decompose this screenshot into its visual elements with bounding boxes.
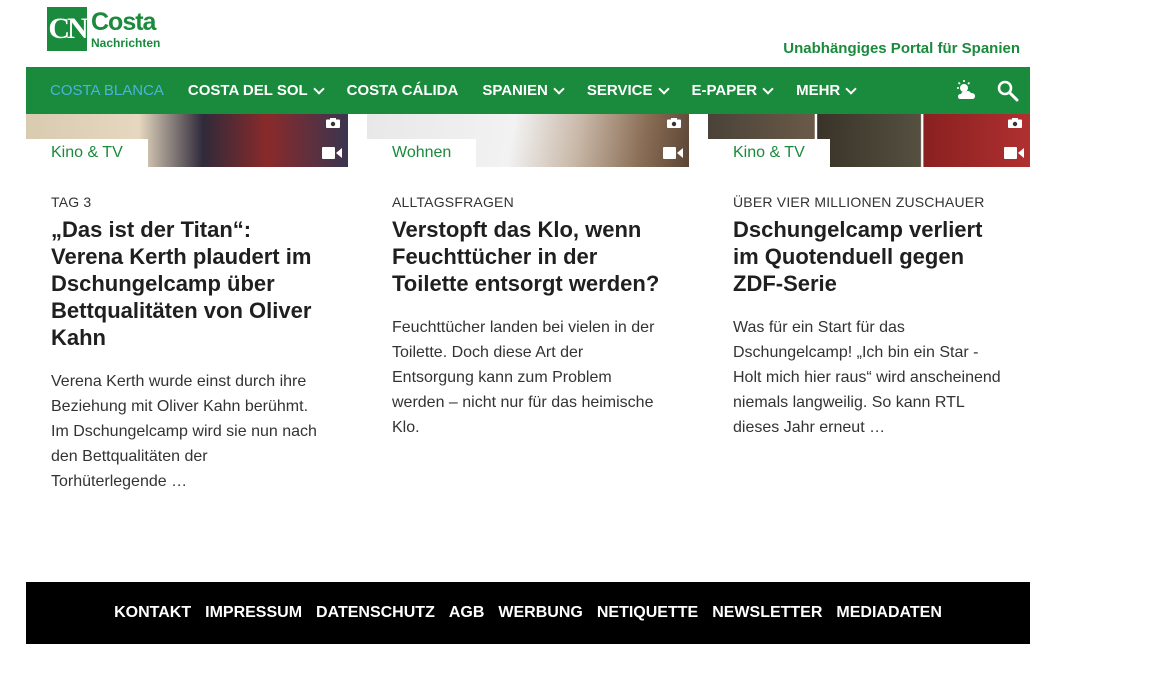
article-image[interactable]: Kino & TV bbox=[26, 114, 348, 167]
logo-text: Costa Nachrichten bbox=[91, 7, 161, 50]
nav-item-label: SERVICE bbox=[586, 82, 653, 99]
category-tag[interactable]: Wohnen bbox=[367, 139, 477, 167]
nav-item-label: COSTA DEL SOL bbox=[187, 82, 308, 99]
logo-mark: CN bbox=[47, 7, 89, 51]
article-headline[interactable]: „Das ist der Titan“: Verena Kerth plaude… bbox=[51, 216, 323, 351]
nav-item-label: E-PAPER bbox=[691, 82, 758, 99]
category-tag[interactable]: Kino & TV bbox=[708, 139, 830, 167]
article-headline[interactable]: Verstopft das Klo, wenn Feuchttücher in … bbox=[392, 216, 664, 297]
photo-camera-icon bbox=[1008, 118, 1022, 128]
video-camera-icon bbox=[1004, 147, 1024, 159]
logo-line-1: Costa bbox=[91, 7, 156, 36]
nav-item-e-paper[interactable]: E-PAPER bbox=[691, 82, 774, 99]
nav-item-costa-blanca[interactable]: COSTA BLANCA bbox=[50, 82, 164, 99]
photo-camera-icon bbox=[326, 118, 340, 128]
search-icon[interactable] bbox=[996, 79, 1020, 103]
main-nav: COSTA BLANCA COSTA DEL SOL COSTA CÁLIDA … bbox=[26, 67, 1030, 114]
nav-item-mehr[interactable]: MEHR bbox=[796, 82, 857, 99]
article-kicker: ALLTAGSFRAGEN bbox=[392, 194, 514, 210]
photo-camera-icon bbox=[667, 118, 681, 128]
chevron-down-icon bbox=[312, 82, 325, 95]
footer-link-kontakt[interactable]: KONTAKT bbox=[114, 604, 191, 622]
chevron-down-icon bbox=[762, 82, 774, 95]
footer-link-mediadaten[interactable]: MEDIADATEN bbox=[836, 604, 941, 622]
nav-item-spanien[interactable]: SPANIEN bbox=[482, 82, 565, 99]
footer-link-werbung[interactable]: WERBUNG bbox=[498, 604, 582, 622]
article-teaser: Verena Kerth wurde einst durch ihre Bezi… bbox=[51, 373, 317, 490]
chevron-down-icon bbox=[657, 82, 670, 95]
site-logo[interactable]: CN Costa Nachrichten bbox=[47, 6, 165, 52]
footer-link-agb[interactable]: AGB bbox=[449, 604, 485, 622]
nav-icons bbox=[954, 79, 1020, 103]
category-tag[interactable]: Kino & TV bbox=[26, 139, 148, 167]
chevron-down-icon bbox=[553, 82, 565, 95]
article-card[interactable]: Kino & TV TAG 3 „Das ist der Titan“: Ver… bbox=[26, 114, 348, 494]
footer-link-impressum[interactable]: IMPRESSUM bbox=[205, 604, 302, 622]
chevron-down-icon bbox=[845, 82, 857, 95]
nav-item-label: SPANIEN bbox=[482, 82, 548, 99]
article-teaser: Feuchttücher landen bei vielen in der To… bbox=[392, 319, 655, 436]
nav-item-costa-del-sol[interactable]: COSTA DEL SOL bbox=[187, 82, 325, 99]
article-teaser: Was für ein Start für das Dschungelcamp!… bbox=[733, 319, 1001, 436]
video-camera-icon bbox=[663, 147, 683, 159]
nav-item-label: COSTA CÁLIDA bbox=[346, 82, 459, 99]
article-kicker: ÜBER VIER MILLIONEN ZUSCHAUER bbox=[733, 194, 985, 210]
footer-link-datenschutz[interactable]: DATENSCHUTZ bbox=[316, 604, 435, 622]
site-tagline: Unabhängiges Portal für Spanien bbox=[783, 40, 1020, 57]
logo-line-2: Nachrichten bbox=[91, 35, 161, 50]
article-kicker: TAG 3 bbox=[51, 194, 92, 210]
article-card[interactable]: Kino & TV ÜBER VIER MILLIONEN ZUSCHAUER … bbox=[708, 114, 1030, 440]
nav-item-service[interactable]: SERVICE bbox=[586, 82, 670, 99]
nav-item-costa-calida[interactable]: COSTA CÁLIDA bbox=[347, 82, 459, 99]
article-card[interactable]: Wohnen ALLTAGSFRAGEN Verstopft das Klo, … bbox=[367, 114, 689, 440]
nav-item-label: MEHR bbox=[796, 82, 841, 99]
article-image[interactable]: Kino & TV bbox=[708, 114, 1030, 167]
site-footer: KONTAKT IMPRESSUM DATENSCHUTZ AGB WERBUN… bbox=[26, 582, 1030, 644]
footer-link-newsletter[interactable]: NEWSLETTER bbox=[712, 604, 822, 622]
nav-item-label: COSTA BLANCA bbox=[50, 82, 164, 99]
footer-link-netiquette[interactable]: NETIQUETTE bbox=[597, 604, 698, 622]
article-headline[interactable]: Dschungelcamp verliert im Quotenduell ge… bbox=[733, 216, 1005, 297]
article-image[interactable]: Wohnen bbox=[367, 114, 689, 167]
video-camera-icon bbox=[322, 147, 342, 159]
weather-sun-cloud-icon[interactable] bbox=[954, 79, 978, 103]
